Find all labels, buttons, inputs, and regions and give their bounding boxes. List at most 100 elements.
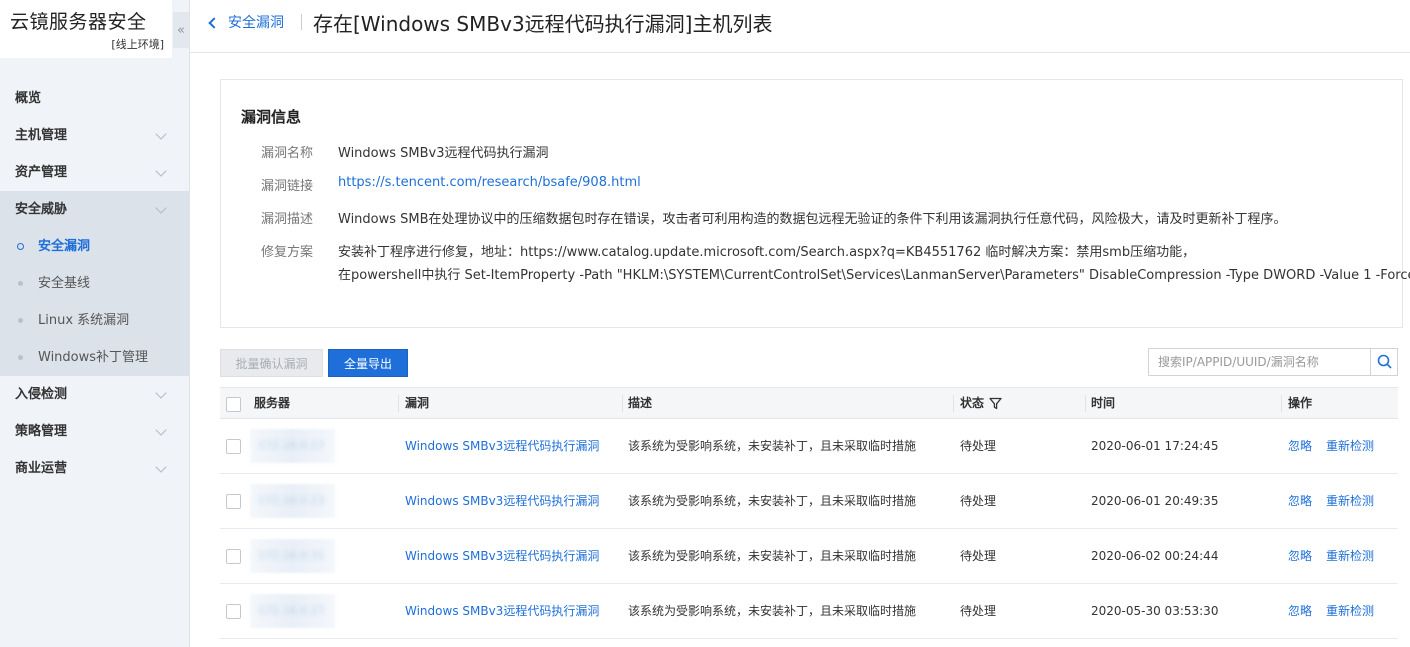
dot-icon [18,281,23,286]
back-link-label: 安全漏洞 [228,15,284,31]
server-ip-redacted: 172.16.0.31 [250,539,335,573]
collapse-sidebar-button[interactable]: « [173,12,189,48]
table-header: 服务器 漏洞 描述 状态 时间 操作 [220,387,1398,419]
vuln-link-label: 漏洞链接 [261,179,314,194]
ignore-link[interactable]: 忽略 [1288,584,1312,638]
row-status: 待处理 [960,549,997,563]
table-row: 172.16.0.27 Windows SMBv3远程代码执行漏洞 该系统为受影… [220,584,1398,639]
row-status: 待处理 [960,439,997,453]
row-checkbox[interactable] [226,604,241,619]
vuln-name-label: 漏洞名称 [261,146,314,161]
row-description: 该系统为受影响系统，未安装补丁，且未采取临时措施 [628,549,917,563]
sidebar-subitem-linux-vulns[interactable]: Linux 系统漏洞 [0,302,189,339]
sidebar-item-label: 主机管理 [15,128,68,143]
sidebar-nav: 概览 主机管理 资产管理 安全威胁 安全漏洞 安全基线 Linux 系统漏洞 W… [0,80,189,487]
sidebar-item-intrusion-detection[interactable]: 入侵检测 [0,376,189,413]
brand-title: 云镜服务器安全 [10,11,147,33]
search-icon [1377,354,1392,369]
active-dot-icon [17,243,24,250]
sidebar-subitem-label: 安全漏洞 [38,239,91,254]
sidebar: 云镜服务器安全 [线上环境] « 概览 主机管理 资产管理 安全威胁 安全漏洞 [0,0,190,647]
export-all-button[interactable]: 全量导出 [328,349,408,377]
sidebar-item-label: 资产管理 [15,165,68,180]
column-server: 服务器 [254,396,291,410]
row-status: 待处理 [960,494,997,508]
sidebar-subitem-windows-patches[interactable]: Windows补丁管理 [0,339,189,376]
row-description: 该系统为受影响系统，未安装补丁，且未采取临时措施 [628,604,917,618]
sidebar-item-asset-management[interactable]: 资产管理 [0,154,189,191]
select-all-checkbox[interactable] [226,397,241,412]
filter-icon[interactable] [989,397,1002,413]
ignore-link[interactable]: 忽略 [1288,419,1312,473]
column-desc: 描述 [628,396,653,410]
vuln-name-link[interactable]: Windows SMBv3远程代码执行漏洞 [405,529,599,583]
table-row: 172.16.0.17 Windows SMBv3远程代码执行漏洞 该系统为受影… [220,419,1398,474]
row-checkbox[interactable] [226,494,241,509]
server-ip-redacted: 172.16.0.23 [250,484,335,518]
recheck-link[interactable]: 重新检测 [1326,584,1374,638]
sidebar-item-label: 概览 [15,91,42,106]
row-time: 2020-06-01 20:49:35 [1091,494,1219,508]
column-status: 状态 [960,396,985,410]
row-time: 2020-06-01 17:24:45 [1091,439,1219,453]
ignore-link[interactable]: 忽略 [1288,529,1312,583]
vuln-name-value: Windows SMBv3远程代码执行漏洞 [338,146,549,161]
chevron-down-icon [155,461,167,473]
sidebar-item-host-management[interactable]: 主机管理 [0,117,189,154]
host-table: 服务器 漏洞 描述 状态 时间 操作 172.16.0.17 Windows S… [220,387,1398,639]
environment-label: [线上环境] [111,38,164,51]
column-divider [1281,395,1282,412]
chevron-down-icon [155,202,167,214]
column-divider [953,395,954,412]
sidebar-subitem-label: Linux 系统漏洞 [38,313,130,328]
vuln-fix-line2: 在powershell中执行 Set-ItemProperty -Path "H… [338,268,1410,283]
chevron-down-icon [155,165,167,177]
vuln-desc-label: 漏洞描述 [261,212,314,227]
column-divider [398,395,399,412]
recheck-link[interactable]: 重新检测 [1326,529,1374,583]
chevron-down-icon [155,424,167,436]
table-row: 172.16.0.31 Windows SMBv3远程代码执行漏洞 该系统为受影… [220,529,1398,584]
sidebar-item-policy-management[interactable]: 策略管理 [0,413,189,450]
vuln-fix-label: 修复方案 [261,245,314,260]
vuln-name-link[interactable]: Windows SMBv3远程代码执行漏洞 [405,474,599,528]
back-link[interactable]: 安全漏洞 [208,12,284,32]
sidebar-subitem-security-vulns[interactable]: 安全漏洞 [0,228,189,265]
vuln-info-title: 漏洞信息 [241,108,302,126]
vuln-desc-value: Windows SMB在处理协议中的压缩数据包时存在错误，攻击者可利用构造的数据… [338,212,1287,227]
sidebar-item-label: 商业运营 [15,461,68,476]
column-divider [622,395,623,412]
dot-icon [18,355,23,360]
recheck-link[interactable]: 重新检测 [1326,474,1374,528]
sidebar-item-business-operations[interactable]: 商业运营 [0,450,189,487]
row-time: 2020-05-30 03:53:30 [1091,604,1219,618]
row-checkbox[interactable] [226,549,241,564]
recheck-link[interactable]: 重新检测 [1326,419,1374,473]
sidebar-subitem-label: Windows补丁管理 [38,350,149,365]
sidebar-group-security-threats: 安全威胁 安全漏洞 安全基线 Linux 系统漏洞 Windows补丁管理 [0,191,189,376]
sidebar-subitem-label: 安全基线 [38,276,91,291]
vuln-name-link[interactable]: Windows SMBv3远程代码执行漏洞 [405,419,599,473]
search-input[interactable] [1149,349,1371,375]
page-title: 存在[Windows SMBv3远程代码执行漏洞]主机列表 [313,12,773,36]
dot-icon [18,318,23,323]
batch-confirm-button[interactable]: 批量确认漏洞 [220,349,323,377]
row-status: 待处理 [960,604,997,618]
vuln-info-card: 漏洞信息 漏洞名称 Windows SMBv3远程代码执行漏洞 漏洞链接 htt… [220,79,1410,328]
ignore-link[interactable]: 忽略 [1288,474,1312,528]
sidebar-subitem-security-baseline[interactable]: 安全基线 [0,265,189,302]
brand: 云镜服务器安全 [线上环境] [0,0,172,58]
sidebar-item-label: 入侵检测 [15,387,68,402]
vuln-fix-line1: 安装补丁程序进行修复，地址：https://www.catalog.update… [338,245,1196,260]
row-checkbox[interactable] [226,439,241,454]
sidebar-item-security-threats[interactable]: 安全威胁 [0,191,189,228]
double-chevron-left-icon: « [177,22,185,38]
vuln-link[interactable]: https://s.tencent.com/research/bsafe/908… [338,175,641,190]
row-time: 2020-06-02 00:24:44 [1091,549,1219,563]
sidebar-item-overview[interactable]: 概览 [0,80,189,117]
search-button[interactable] [1370,349,1397,375]
chevron-left-icon [208,16,220,29]
column-vuln: 漏洞 [405,396,430,410]
sidebar-item-label: 安全威胁 [15,202,68,217]
vuln-name-link[interactable]: Windows SMBv3远程代码执行漏洞 [405,584,599,638]
